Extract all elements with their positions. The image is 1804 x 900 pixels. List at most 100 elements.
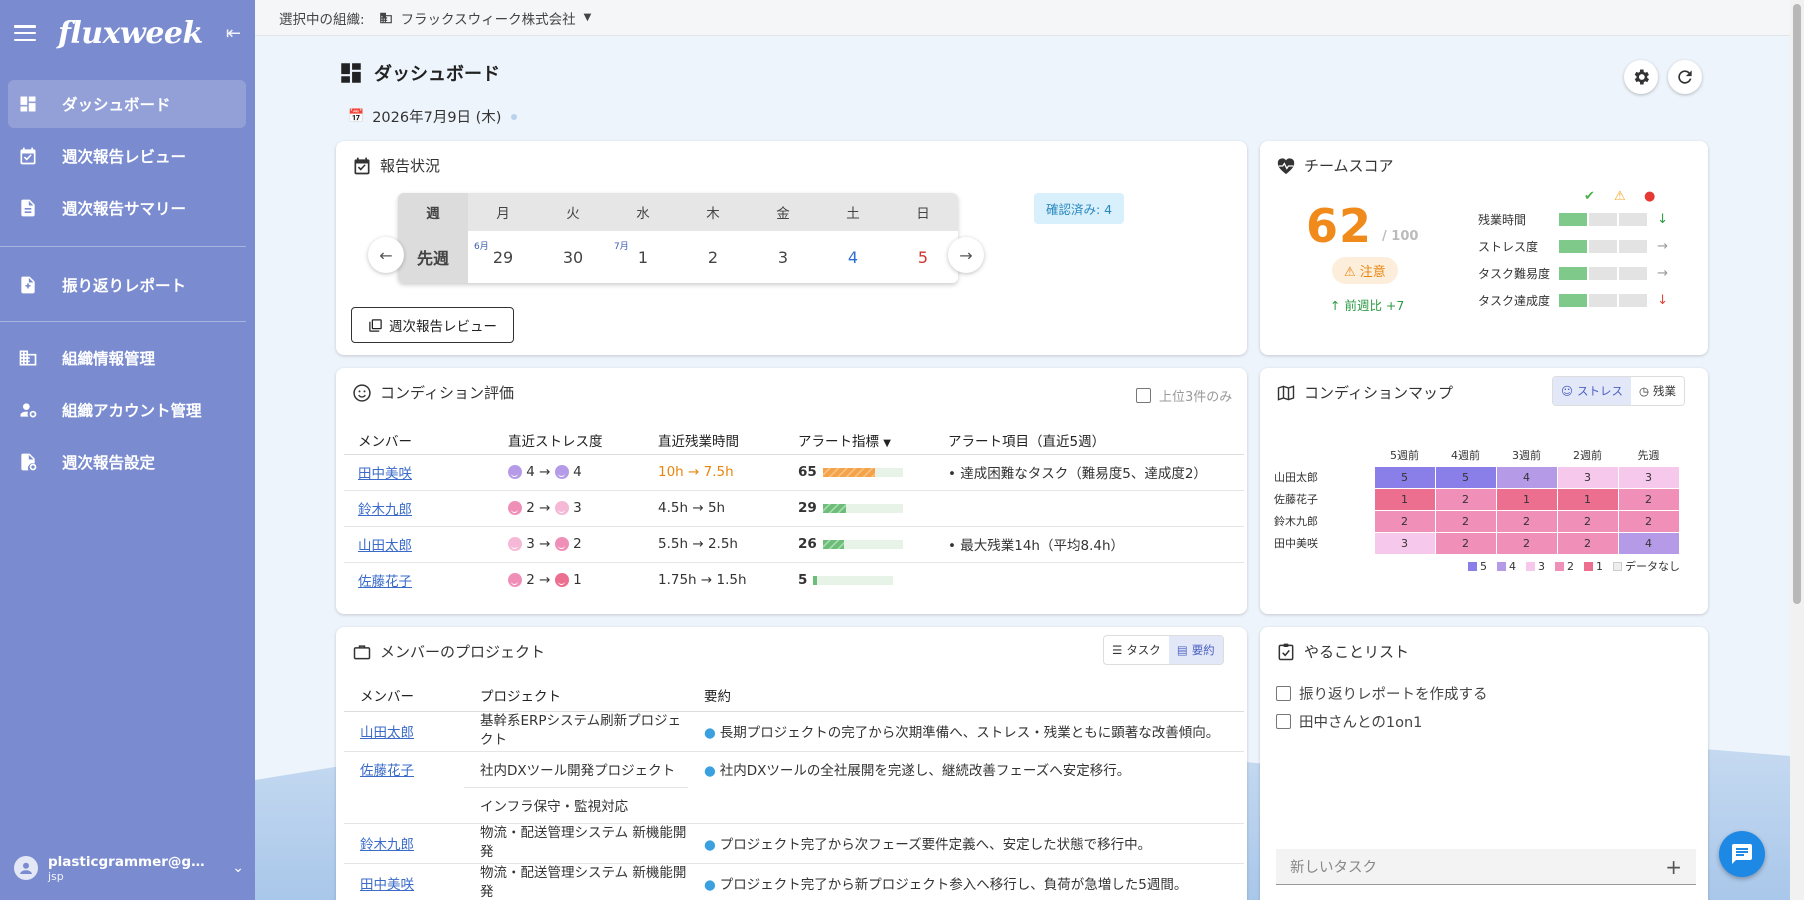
checkbox[interactable] [1136, 388, 1151, 403]
card-title-text: コンディション評価 [380, 384, 514, 402]
sidebar-item-org-accounts[interactable]: 組織アカウント管理 [8, 386, 246, 434]
org-selector[interactable]: フラックスウィーク株式会社 ▼ [379, 8, 592, 28]
page-title: ダッシュボード [338, 60, 500, 86]
heatmap-week: 先週 [1637, 448, 1660, 462]
prev-week-button[interactable]: ← [368, 237, 404, 273]
chat-button[interactable] [1719, 831, 1765, 877]
heatmap-cell: 3 [1617, 465, 1680, 489]
alert-items [934, 562, 1244, 598]
calendar-week-row[interactable]: 先週 6月 29 30 7月 1 2 3 4 5 [398, 231, 958, 283]
table-row: 佐藤花子 2 → 1 1.75h → 1.5h 5 [344, 562, 1244, 598]
project-name: インフラ保守・監視対応 [464, 787, 688, 824]
scrollbar[interactable] [1790, 0, 1804, 900]
heatmap-week: 2週前 [1573, 448, 1602, 462]
user-menu[interactable]: plasticgrammer@gmail.com jsp ⌄ [14, 846, 244, 890]
bullet-icon: ● [704, 837, 716, 853]
top3-toggle[interactable]: 上位3件のみ [1136, 386, 1232, 405]
member-link[interactable]: 鈴木九郎 [358, 502, 412, 518]
bullet-icon: ● [704, 725, 716, 741]
calendar-day[interactable]: 7月 1 [608, 231, 678, 283]
calendar-header-cell: 月 [496, 206, 510, 222]
heatmap-cell: 2 [1434, 487, 1497, 511]
heatmap-cell: 1 [1495, 487, 1558, 511]
sidebar-item-retrospective[interactable]: 振り返りレポート [8, 261, 246, 309]
sidebar-item-weekly-review[interactable]: 週次報告レビュー [8, 132, 246, 180]
app-logo: fluxweek [58, 15, 203, 51]
sidebar-item-label: 週次報告設定 [62, 454, 156, 472]
page-date-text: 2026年7月9日 (木) [372, 110, 502, 126]
member-link[interactable]: 鈴木九郎 [360, 837, 414, 853]
stress-face-icon [508, 537, 522, 551]
legend-item: データなし [1613, 558, 1680, 574]
sidebar-item-weekly-settings[interactable]: 週次報告設定 [8, 438, 246, 486]
document-gear-icon [18, 452, 38, 472]
sidebar-header: fluxweek ⇤ [0, 0, 255, 66]
arrow-left-icon: ← [379, 245, 393, 265]
checkbox[interactable] [1276, 714, 1291, 729]
member-link[interactable]: 山田太郎 [360, 725, 414, 741]
sidebar-item-weekly-summary[interactable]: 週次報告サマリー [8, 184, 246, 232]
briefcase-icon [353, 644, 371, 659]
stress-face-icon [554, 537, 569, 551]
calendar-day[interactable]: 30 [538, 231, 608, 283]
calendar-icon: 📅 [348, 109, 365, 124]
heatmap-row: 田中美咲 3 2 2 2 4 [1274, 531, 1680, 555]
hamburger-menu-icon[interactable] [14, 25, 36, 41]
user-email: plasticgrammer@gmail.com [48, 853, 213, 870]
member-link[interactable]: 田中美咲 [360, 877, 414, 893]
projects-view-toggle[interactable]: ☰ タスク ▤ 要約 [1103, 635, 1224, 665]
scrollbar-thumb[interactable] [1793, 4, 1801, 604]
alert-bar [822, 467, 903, 477]
weekly-review-button[interactable]: 週次報告レビュー [351, 307, 514, 343]
member-link[interactable]: 田中美咲 [358, 466, 412, 482]
calendar-day[interactable]: 6月 29 [468, 231, 538, 283]
calendar-header: 週 月 火 水 木 金 土 日 [398, 193, 958, 231]
sidebar-item-org-info[interactable]: 組織情報管理 [8, 334, 246, 382]
calendar-day[interactable]: 3 [748, 231, 818, 283]
org-name: フラックスウィーク株式会社 [400, 11, 576, 28]
calendar-day-saturday[interactable]: 4 [818, 231, 888, 283]
toggle-overtime[interactable]: ◷ 残業 [1631, 377, 1684, 405]
toggle-summary[interactable]: ▤ 要約 [1168, 636, 1223, 664]
checkbox[interactable] [1276, 686, 1291, 701]
chat-icon [1732, 844, 1752, 864]
sidebar-item-label: 組織情報管理 [62, 350, 156, 368]
member-link[interactable]: 山田太郎 [358, 538, 412, 554]
add-task-button[interactable]: + [1665, 855, 1682, 879]
next-week-button[interactable]: → [948, 237, 984, 273]
warning-icon: ⚠ [1614, 189, 1626, 204]
todo-item[interactable]: 振り返りレポートを作成する [1276, 683, 1488, 704]
dropdown-arrow-icon[interactable]: ▼ [584, 12, 592, 23]
member-link[interactable]: 佐藤花子 [358, 574, 412, 590]
sidebar-divider [0, 246, 246, 247]
status-dot [511, 113, 518, 120]
column-header-sortable[interactable]: アラート指標 ▼ [784, 426, 934, 455]
map-icon [1277, 384, 1295, 401]
sidebar-item-dashboard[interactable]: ダッシュボード [8, 80, 246, 128]
card-title: やることリスト [1276, 641, 1409, 662]
heatmap-cell: 5 [1434, 465, 1497, 489]
collapse-sidebar-icon[interactable]: ⇤ [226, 23, 241, 44]
team-score-card: チームスコア 62 / 100 ⚠ 注意 ↑ 前週比 +7 ✔ ⚠ ● 残業時間… [1260, 141, 1708, 355]
org-selector-label: 選択中の組織: [279, 11, 365, 28]
settings-button[interactable] [1624, 60, 1658, 94]
toggle-tasks[interactable]: ☰ タスク [1104, 636, 1169, 664]
column-header: プロジェクト [464, 679, 688, 712]
team-score-max: / 100 [1382, 229, 1419, 244]
refresh-button[interactable] [1668, 60, 1702, 94]
legend-item: 5 [1468, 560, 1487, 573]
member-link[interactable]: 佐藤花子 [360, 763, 414, 779]
toggle-stress[interactable]: ☺ ストレス [1553, 377, 1631, 405]
legend-item: 4 [1497, 560, 1516, 573]
calendar-day[interactable]: 2 [678, 231, 748, 283]
stress-face-icon [508, 501, 522, 515]
chevron-down-icon[interactable]: ⌄ [232, 860, 244, 876]
alert-items: • 最大残業14h（平均8.4h） [934, 526, 1244, 563]
new-task-input[interactable]: 新しいタスク + [1276, 849, 1696, 885]
metric-row: タスク難易度 → [1478, 266, 1668, 281]
map-mode-toggle[interactable]: ☺ ストレス ◷ 残業 [1552, 376, 1686, 406]
todo-item[interactable]: 田中さんとの1on1 [1276, 711, 1422, 732]
warning-icon: ⚠ [1344, 265, 1356, 280]
bullet-icon: ● [704, 877, 716, 893]
table-row: 山田太郎 基幹系ERPシステム刷新プロジェクト ● 長期プロジェクトの完了から次期… [344, 711, 1244, 752]
